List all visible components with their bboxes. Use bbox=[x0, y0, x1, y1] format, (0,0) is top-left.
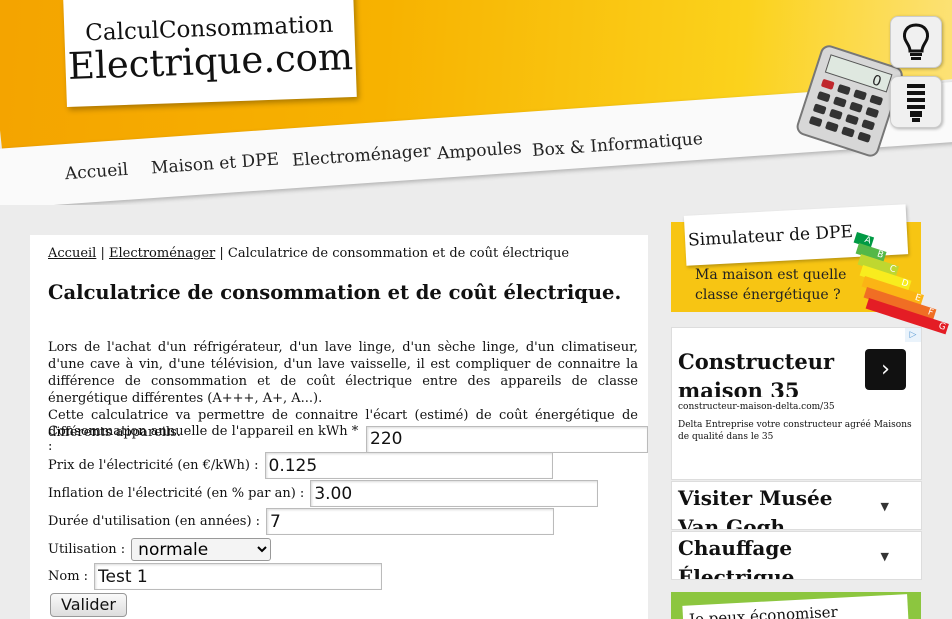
inflation-label: Inflation de l'électricité (en % par an)… bbox=[48, 486, 305, 501]
name-input[interactable] bbox=[94, 563, 383, 590]
usage-select[interactable]: normale bbox=[131, 538, 272, 561]
ad-title[interactable]: Constructeur maison 35 bbox=[678, 347, 858, 397]
chevron-down-icon: ▼ bbox=[880, 550, 889, 563]
ad-description: Delta Entreprise votre constructeur agré… bbox=[678, 420, 912, 442]
submit-button[interactable]: Valider bbox=[50, 593, 127, 617]
intro-paragraph-1: Lors de l'achat d'un réfrigérateur, d'un… bbox=[48, 340, 638, 406]
adchoices-icon[interactable]: ▷ bbox=[905, 328, 921, 342]
usage-row: Utilisation : normale bbox=[48, 538, 272, 561]
page-title: Calculatrice de consommation et de coût … bbox=[48, 281, 622, 304]
price-row: Prix de l'électricité (en €/kWh) : bbox=[48, 452, 553, 479]
duration-row: Durée d'utilisation (en années) : bbox=[48, 508, 555, 535]
breadcrumb-home-link[interactable]: Accueil bbox=[48, 246, 96, 261]
savings-banner-text: Je peux économiser bbox=[682, 594, 909, 619]
chevron-down-icon: ▼ bbox=[880, 500, 889, 513]
breadcrumb: Accueil | Electroménager | Calculatrice … bbox=[48, 246, 569, 261]
breadcrumb-current: Calculatrice de consommation et de coût … bbox=[227, 246, 570, 261]
duration-input[interactable] bbox=[266, 508, 555, 535]
consumption-input[interactable] bbox=[366, 425, 648, 453]
ad-arrow-icon[interactable]: › bbox=[865, 349, 906, 390]
breadcrumb-category-link[interactable]: Electroménager bbox=[109, 246, 215, 261]
nav-maison-dpe[interactable]: Maison et DPE bbox=[150, 150, 279, 179]
savings-banner[interactable]: Je peux économiser bbox=[671, 592, 921, 619]
inflation-row: Inflation de l'électricité (en % par an)… bbox=[48, 480, 599, 507]
main-content: Accueil | Electroménager | Calculatrice … bbox=[30, 235, 648, 619]
nav-ampoules[interactable]: Ampoules bbox=[436, 138, 522, 164]
dpe-text: Ma maison est quelle classe énergétique … bbox=[695, 265, 846, 305]
header: CalculConsommation Electrique.com Accuei… bbox=[0, 0, 952, 205]
consumption-row: Consommation annuelle de l'appareil en k… bbox=[48, 424, 648, 454]
breadcrumb-separator: | bbox=[96, 246, 109, 261]
ad-link-2[interactable]: Chauffage Électrique ▼ bbox=[671, 531, 922, 580]
dpe-title: Simulateur de DPE bbox=[687, 222, 854, 251]
usage-label: Utilisation : bbox=[48, 542, 126, 557]
nav-box-informatique[interactable]: Box & Informatique bbox=[532, 129, 704, 161]
nav-accueil[interactable]: Accueil bbox=[64, 160, 128, 184]
inflation-input[interactable] bbox=[310, 480, 599, 507]
consumption-label: Consommation annuelle de l'appareil en k… bbox=[48, 424, 359, 454]
breadcrumb-separator: | bbox=[215, 246, 228, 261]
ad-url[interactable]: constructeur-maison-delta.com/35 bbox=[678, 402, 835, 412]
duration-label: Durée d'utilisation (en années) : bbox=[48, 514, 261, 529]
energy-saving-bulb-icon[interactable] bbox=[890, 76, 942, 128]
name-row: Nom : bbox=[48, 563, 383, 590]
dpe-text-line-2: classe énergétique ? bbox=[695, 287, 841, 303]
ad-link-1-title: Visiter Musée Van Gogh bbox=[678, 486, 833, 530]
nav-electromenager[interactable]: Electroménager bbox=[291, 141, 431, 171]
lightbulb-icon[interactable] bbox=[890, 16, 942, 68]
price-input[interactable] bbox=[264, 452, 553, 479]
price-label: Prix de l'électricité (en €/kWh) : bbox=[48, 458, 259, 473]
ad-block[interactable]: ▷ Constructeur maison 35 › constructeur-… bbox=[671, 327, 922, 480]
ad-link-2-title: Chauffage Électrique bbox=[678, 536, 795, 580]
ad-link-1[interactable]: Visiter Musée Van Gogh ▼ bbox=[671, 481, 922, 530]
dpe-text-line-1: Ma maison est quelle bbox=[695, 267, 847, 283]
name-label: Nom : bbox=[48, 569, 89, 584]
